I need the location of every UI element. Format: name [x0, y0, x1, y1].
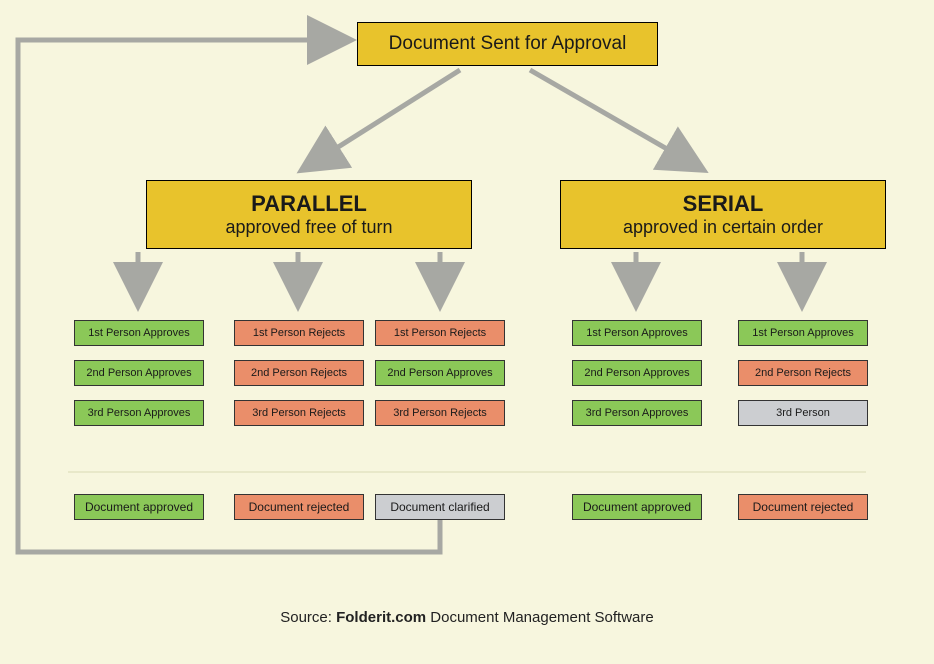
outcome-p1: Document approved: [74, 494, 204, 520]
p3-row3: 3rd Person Rejects: [375, 400, 505, 426]
p3-row2: 2nd Person Approves: [375, 360, 505, 386]
s1-row2: 2nd Person Approves: [572, 360, 702, 386]
outcome-p3: Document clarified: [375, 494, 505, 520]
source-prefix: Source:: [280, 609, 336, 626]
s1-row3: 3rd Person Approves: [572, 400, 702, 426]
s2-row2: 2nd Person Rejects: [738, 360, 868, 386]
source-line: Source: Folderit.com Document Management…: [0, 609, 934, 626]
s2-row1: 1st Person Approves: [738, 320, 868, 346]
p2-row2: 2nd Person Rejects: [234, 360, 364, 386]
p2-row3: 3rd Person Rejects: [234, 400, 364, 426]
divider: [68, 471, 866, 474]
p1-row2: 2nd Person Approves: [74, 360, 204, 386]
source-brand: Folderit.com: [336, 609, 426, 626]
p2-row1: 1st Person Rejects: [234, 320, 364, 346]
top-box: Document Sent for Approval: [357, 22, 658, 66]
s2-row3: 3rd Person: [738, 400, 868, 426]
parallel-title: PARALLEL: [159, 191, 459, 217]
parallel-subtitle: approved free of turn: [159, 217, 459, 238]
top-box-label: Document Sent for Approval: [389, 33, 627, 54]
outcome-p2: Document rejected: [234, 494, 364, 520]
serial-box: SERIAL approved in certain order: [560, 180, 886, 249]
outcome-s2: Document rejected: [738, 494, 868, 520]
source-suffix: Document Management Software: [426, 609, 654, 626]
outcome-s1: Document approved: [572, 494, 702, 520]
serial-subtitle: approved in certain order: [573, 217, 873, 238]
parallel-box: PARALLEL approved free of turn: [146, 180, 472, 249]
s1-row1: 1st Person Approves: [572, 320, 702, 346]
p3-row1: 1st Person Rejects: [375, 320, 505, 346]
p1-row1: 1st Person Approves: [74, 320, 204, 346]
p1-row3: 3rd Person Approves: [74, 400, 204, 426]
serial-title: SERIAL: [573, 191, 873, 217]
